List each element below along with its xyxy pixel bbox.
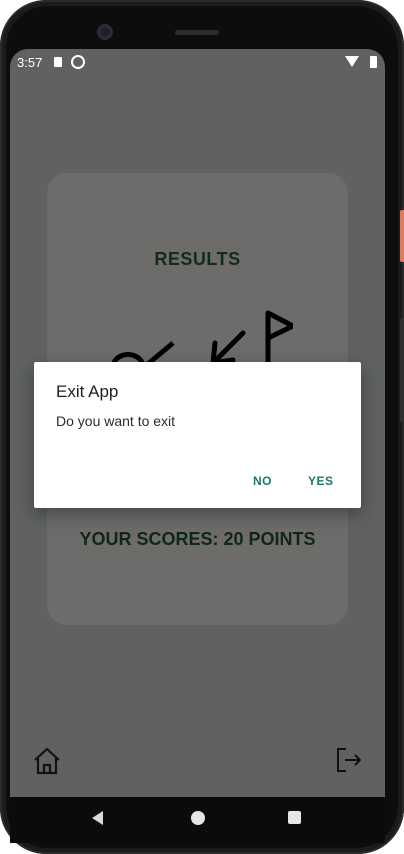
wifi-icon [345, 56, 359, 67]
earpiece-speaker [175, 30, 219, 35]
no-button[interactable]: NO [253, 474, 272, 488]
status-bar: 3:57 [10, 49, 385, 75]
yes-button[interactable]: YES [308, 474, 334, 488]
front-camera [97, 24, 113, 40]
exit-dialog: Exit App Do you want to exit NO YES [34, 362, 361, 508]
power-button [400, 210, 404, 262]
sync-icon [71, 55, 85, 69]
home-circle-icon[interactable] [191, 811, 205, 825]
status-time: 3:57 [17, 55, 43, 70]
home-icon[interactable] [32, 746, 62, 776]
battery-icon [370, 56, 377, 68]
recents-icon[interactable] [288, 811, 301, 824]
dialog-message: Do you want to exit [56, 413, 176, 429]
results-illustration [110, 310, 293, 368]
scores-text: YOUR SCORES: 20 POINTS [79, 529, 316, 549]
sd-card-icon [54, 57, 62, 67]
dialog-title: Exit App [56, 382, 119, 401]
system-nav-bar [10, 797, 385, 843]
results-title: RESULTS [154, 249, 241, 269]
exit-icon[interactable] [335, 746, 363, 774]
volume-button [400, 318, 404, 422]
back-icon[interactable] [92, 811, 103, 825]
